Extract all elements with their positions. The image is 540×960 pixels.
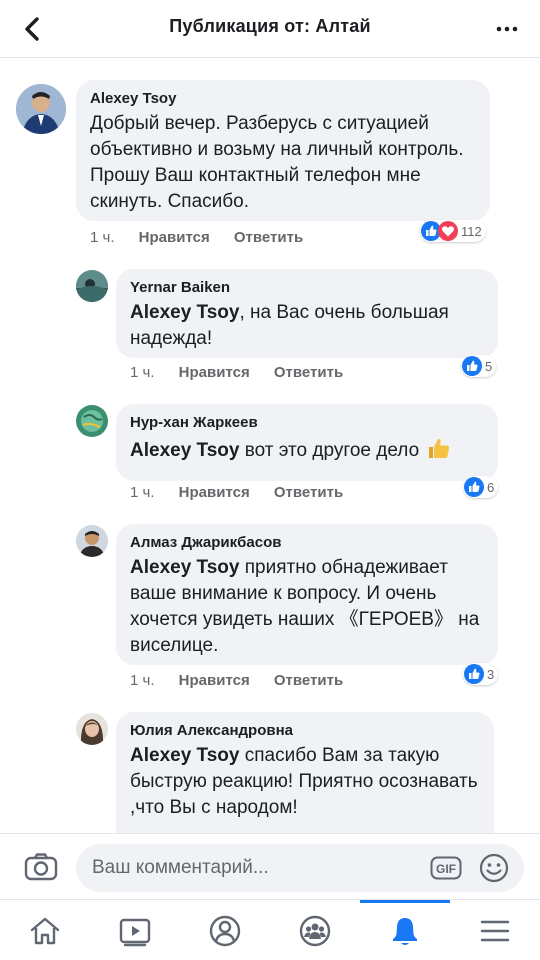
page-title: Публикация от: Алтай [169, 16, 371, 36]
reaction-summary[interactable]: 112 [420, 220, 486, 242]
reaction-summary[interactable]: 3 [463, 663, 499, 685]
comment-actions: 1 ч. Нравится Ответить [90, 229, 323, 246]
comment-actions: 1 ч. Нравится Ответить [130, 364, 363, 381]
mention-link[interactable]: Alexey Tsoy [130, 302, 239, 323]
camera-icon[interactable] [24, 852, 58, 882]
comment-bubble: Alexey Tsoy Добрый вечер. Разберусь с си… [76, 80, 490, 221]
tab-home[interactable] [0, 900, 90, 960]
notifications-icon [393, 918, 417, 945]
comment-author[interactable]: Нур-хан Жаркеев [130, 414, 484, 431]
mention-link[interactable]: Alexey Tsoy [130, 557, 239, 578]
comment-time: 1 ч. [90, 229, 115, 246]
person-photo-icon [76, 525, 108, 557]
comment-body: Alexey Tsoy спасибо Вам за такую быструю… [130, 743, 480, 821]
emoji-icon[interactable] [478, 852, 510, 884]
landscape-photo-icon [76, 270, 108, 302]
comment-text: Добрый вечер. Разберусь с ситуацией объе… [90, 113, 464, 212]
profile-icon [209, 915, 241, 947]
reply-button[interactable]: Ответить [274, 672, 343, 689]
tab-profile[interactable] [180, 900, 270, 960]
comment-time: 1 ч. [130, 672, 155, 689]
tab-notifications[interactable] [360, 900, 450, 960]
reaction-count: 112 [461, 223, 482, 239]
tab-video[interactable] [90, 900, 180, 960]
comment-bubble: Алмаз Джарикбасов Alexey Tsoy приятно об… [116, 524, 498, 665]
like-button[interactable]: Нравится [179, 672, 250, 689]
tab-groups[interactable] [270, 900, 360, 960]
comment-body: Alexey Tsoy вот это другое дело [130, 435, 484, 464]
comment-author[interactable]: Юлия Александровна [130, 722, 480, 739]
mention-link[interactable]: Alexey Tsoy [130, 440, 239, 461]
reply-button[interactable]: Ответить [274, 484, 343, 501]
comment-author[interactable]: Alexey Tsoy [90, 90, 476, 107]
comment-input[interactable]: Ваш комментарий... GIF [76, 844, 524, 892]
thumbs-up-emoji-icon [429, 438, 450, 458]
comment-actions: 1 ч. Нравится Ответить [130, 672, 363, 689]
comment-time: 1 ч. [130, 484, 155, 501]
more-options-icon[interactable] [492, 14, 522, 44]
comment-actions: 1 ч. Нравится Ответить [130, 484, 363, 501]
reaction-summary[interactable]: 6 [463, 476, 499, 498]
like-reaction-icon [464, 664, 484, 684]
avatar[interactable] [76, 525, 108, 557]
gif-label: GIF [436, 862, 456, 876]
home-icon [30, 917, 60, 945]
video-icon [119, 918, 151, 947]
avatar[interactable] [16, 84, 66, 134]
comment-composer: Ваш комментарий... GIF [0, 833, 540, 899]
menu-icon [480, 920, 510, 942]
comment-bubble: Yernar Baiken Alexey Tsoy, на Вас очень … [116, 269, 498, 358]
like-button[interactable]: Нравится [179, 484, 250, 501]
comment-author[interactable]: Yernar Baiken [130, 279, 484, 296]
comment-text: вот это другое дело [239, 440, 420, 461]
comment-author[interactable]: Алмаз Джарикбасов [130, 534, 484, 551]
bottom-tab-bar [0, 899, 540, 960]
reply-button[interactable]: Ответить [234, 229, 303, 246]
comment-feed[interactable]: Alexey Tsoy Добрый вечер. Разберусь с си… [0, 58, 540, 833]
reaction-count: 5 [485, 358, 493, 374]
avatar[interactable] [76, 405, 108, 437]
comment-bubble: Юлия Александровна Alexey Tsoy спасибо В… [116, 712, 494, 833]
comment-input-placeholder: Ваш комментарий... [92, 857, 269, 878]
reaction-count: 3 [487, 666, 495, 682]
avatar[interactable] [76, 713, 108, 745]
top-bar: Публикация от: Алтай [0, 0, 540, 58]
like-reaction-icon [462, 356, 482, 376]
mention-link[interactable]: Alexey Tsoy [130, 745, 239, 766]
gif-icon[interactable]: GIF [430, 856, 462, 880]
reaction-count: 6 [487, 479, 495, 495]
like-button[interactable]: Нравится [179, 364, 250, 381]
love-reaction-icon [438, 221, 458, 241]
globe-photo-icon [76, 405, 108, 437]
reply-button[interactable]: Ответить [274, 364, 343, 381]
person-photo-icon [76, 713, 108, 745]
tab-menu[interactable] [450, 900, 540, 960]
reaction-summary[interactable]: 5 [461, 355, 497, 377]
comment-bubble: Нур-хан Жаркеев Alexey Tsoy вот это друг… [116, 404, 498, 481]
comment-time: 1 ч. [130, 364, 155, 381]
avatar[interactable] [76, 270, 108, 302]
comment-body: Alexey Tsoy, на Вас очень большая надежд… [130, 300, 484, 352]
person-photo-icon [16, 84, 66, 134]
like-reaction-icon [464, 477, 484, 497]
like-button[interactable]: Нравится [139, 229, 210, 246]
comment-body: Alexey Tsoy приятно обнадеживает ваше вн… [130, 555, 484, 659]
groups-icon [299, 915, 331, 947]
